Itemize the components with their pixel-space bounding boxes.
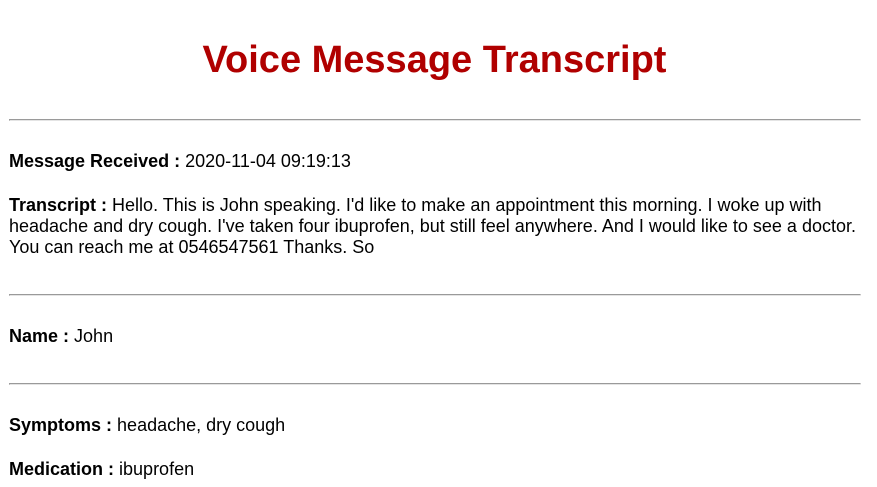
name-label: Name :: [9, 326, 70, 346]
symptoms-field: Symptoms : headache, dry cough: [9, 415, 859, 436]
medication-label: Medication :: [9, 459, 115, 479]
message-received-field: Message Received : 2020-11-04 09:19:13: [9, 151, 859, 172]
divider: [9, 383, 861, 385]
transcript-label: Transcript :: [9, 195, 108, 215]
medication-field: Medication : ibuprofen: [9, 459, 859, 480]
symptoms-label: Symptoms :: [9, 415, 113, 435]
medication-value: ibuprofen: [119, 459, 195, 479]
message-received-label: Message Received :: [9, 151, 181, 171]
name-field: Name : John: [9, 326, 859, 347]
page-title: Voice Message Transcript: [202, 39, 667, 81]
symptoms-value: headache, dry cough: [117, 415, 286, 435]
message-received-value: 2020-11-04 09:19:13: [185, 151, 351, 171]
divider: [9, 294, 861, 296]
name-value: John: [74, 326, 114, 346]
transcript-text: Hello. This is John speaking. I'd like t…: [9, 195, 856, 257]
page: Voice Message Transcript Message Receive…: [0, 0, 877, 487]
divider: [9, 119, 861, 121]
transcript-field: Transcript : Hello. This is John speakin…: [9, 195, 859, 258]
